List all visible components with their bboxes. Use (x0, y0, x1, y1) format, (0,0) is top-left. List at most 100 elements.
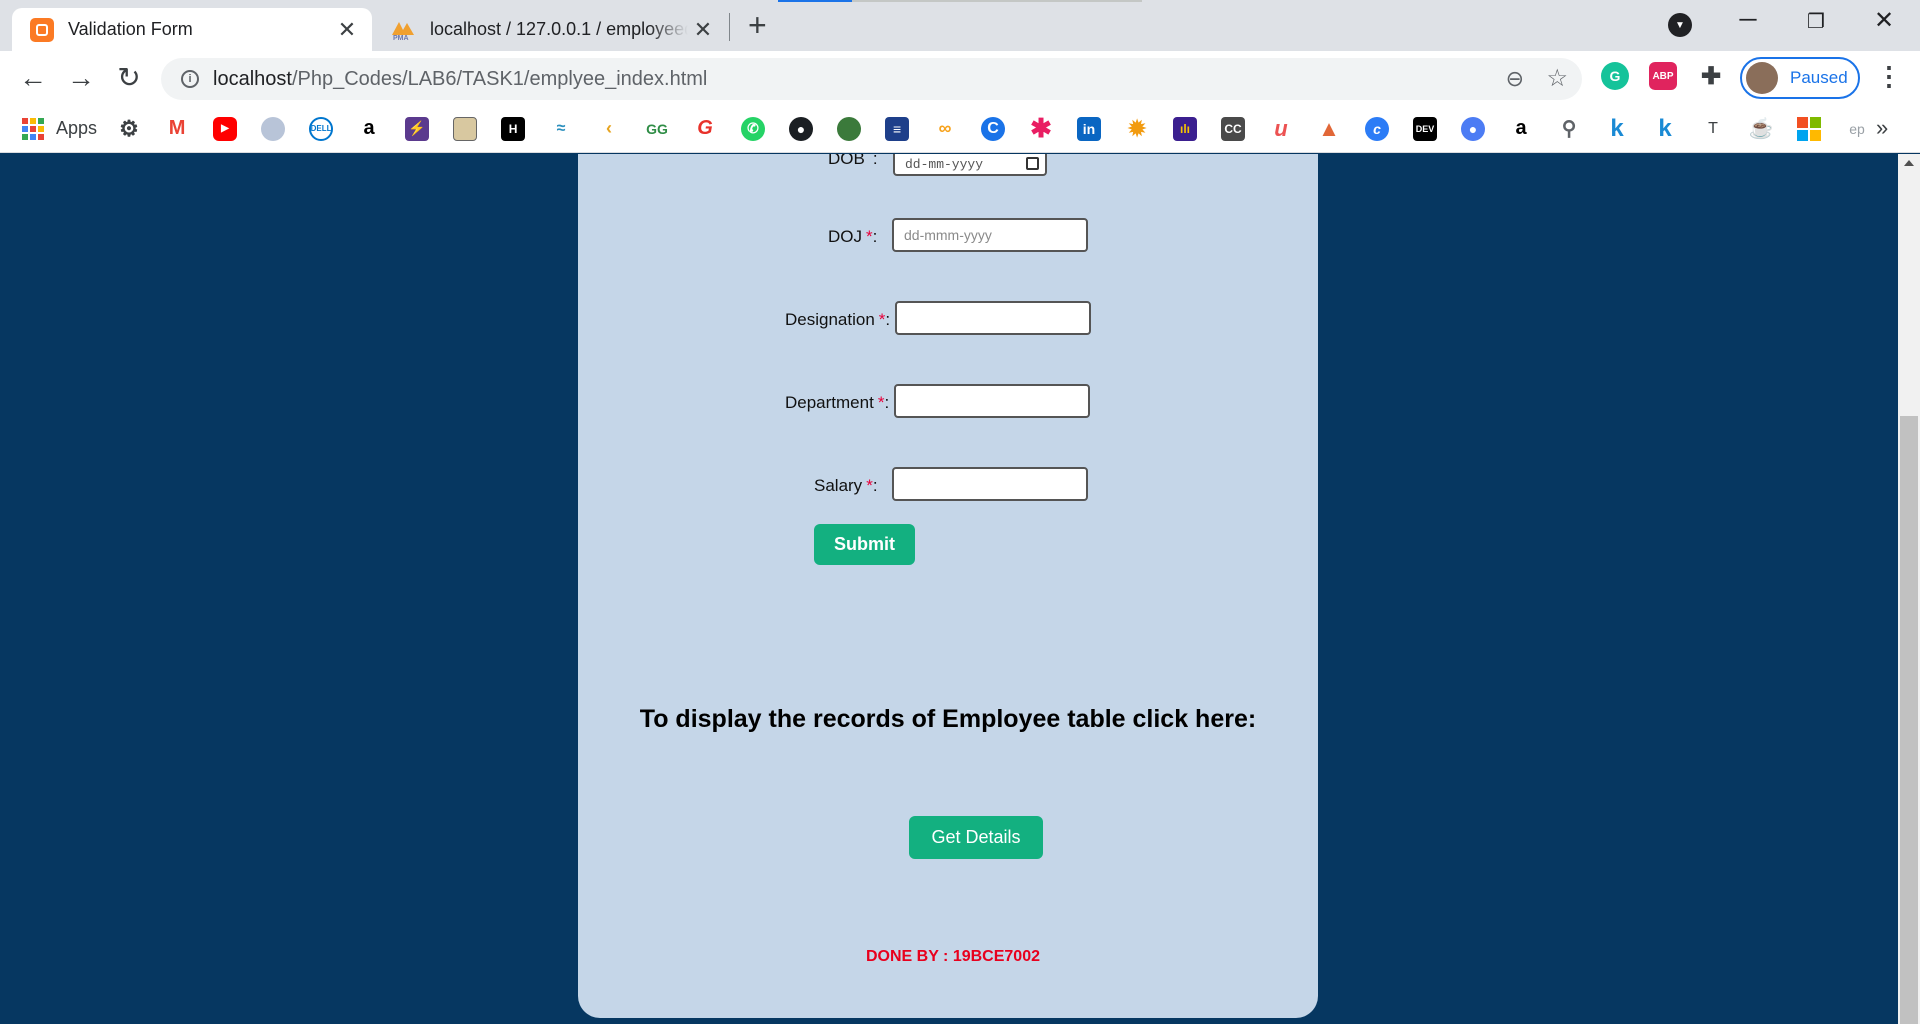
submit-button[interactable]: Submit (814, 524, 915, 565)
scrollbar-thumb[interactable] (1900, 416, 1918, 1024)
window-close-icon[interactable]: ✕ (1864, 6, 1904, 35)
new-tab-icon[interactable]: + (748, 9, 767, 41)
ep-icon[interactable]: ep (1845, 117, 1869, 141)
salary-label: Salary (814, 476, 863, 495)
sun-icon[interactable]: ✹ (1125, 117, 1149, 141)
c-icon[interactable]: C (981, 116, 1006, 141)
whatsapp-icon[interactable]: ✆ (741, 116, 766, 141)
adblock-icon[interactable]: ABP (1649, 62, 1677, 90)
dob-label-colon: : (872, 154, 878, 168)
designation-field[interactable] (895, 301, 1091, 335)
tab-phpmyadmin[interactable]: PMA localhost / 127.0.0.1 / employeedb ✕ (376, 8, 728, 51)
green-circle-icon[interactable] (837, 116, 862, 141)
designation-row: Designation *: (785, 310, 890, 330)
bookmark-star-icon[interactable]: ☆ (1546, 64, 1568, 93)
settings-icon[interactable]: ⚙ (117, 117, 141, 141)
dob-placeholder: dd-mm-yyyy (905, 156, 984, 172)
grammarly-icon[interactable]: G (1601, 62, 1629, 90)
address-bar[interactable]: i localhost/Php_Codes/LAB6/TASK1/emplyee… (161, 58, 1582, 100)
site-icon[interactable] (261, 116, 286, 141)
dob-field[interactable]: dd-mm-yyyy (893, 154, 1047, 176)
k-icon[interactable]: k (1605, 117, 1629, 141)
gmail-icon[interactable]: M (165, 116, 190, 141)
close-icon[interactable]: ✕ (688, 17, 718, 43)
department-field[interactable] (894, 384, 1090, 418)
chrome-ext-icon[interactable]: ● (1461, 116, 1486, 141)
udemy-icon[interactable]: u (1269, 117, 1293, 141)
leetcode-icon[interactable]: ‹ (597, 117, 621, 141)
required-mark: * (866, 227, 873, 246)
profile-status: Paused (1790, 68, 1848, 87)
apps-shortcut[interactable]: Apps (22, 117, 97, 140)
amazon-icon-2[interactable]: a (1509, 117, 1533, 141)
grammarly-g-icon[interactable]: G (693, 117, 717, 141)
page-scrollbar[interactable] (1898, 154, 1920, 1024)
microsoft-icon[interactable] (1797, 116, 1822, 141)
scroll-up-arrow-icon[interactable] (1904, 160, 1914, 166)
designation-label: Designation (785, 310, 875, 329)
tab-separator (729, 13, 730, 41)
purple-icon[interactable]: ılı (1173, 116, 1198, 141)
tab-validation-form[interactable]: Validation Form ✕ (12, 8, 372, 51)
wave-icon[interactable]: ≈ (549, 117, 573, 141)
youtube-icon[interactable]: ▶ (213, 116, 238, 141)
reload-icon[interactable]: ↻ (112, 61, 146, 95)
linkedin-icon[interactable]: in (1077, 116, 1102, 141)
restore-icon[interactable]: ❐ (1796, 9, 1836, 34)
stack-icon[interactable]: ≡ (885, 116, 910, 141)
bolt-icon[interactable]: ⚡ (405, 116, 430, 141)
loading-bar-track (852, 0, 1142, 2)
calendar-icon[interactable] (1026, 157, 1039, 170)
required-mark: * (878, 310, 886, 329)
done-by-text: DONE BY : 19BCE7002 (866, 948, 1040, 965)
label-colon: : (885, 310, 891, 329)
cc-icon[interactable]: CC (1221, 116, 1246, 141)
coursera-icon[interactable]: ∞ (933, 117, 957, 141)
dev-icon[interactable]: DEV (1413, 116, 1438, 141)
tab-title: Validation Form (68, 19, 193, 39)
matlab-icon[interactable]: ▲ (1317, 117, 1341, 141)
tab-title: localhost / 127.0.0.1 / employeedb (430, 19, 688, 39)
extensions-icon[interactable]: ✚ (1697, 62, 1725, 90)
image-icon[interactable] (453, 116, 478, 141)
close-icon[interactable]: ✕ (332, 17, 362, 43)
menu-icon[interactable]: ⋮ (1876, 61, 1902, 92)
avatar (1746, 62, 1778, 94)
doj-field[interactable]: dd-mmm-yyyy (892, 218, 1088, 252)
tab-search-icon[interactable]: ▼ (1668, 13, 1692, 37)
search-bm-icon[interactable]: ⚲ (1557, 117, 1581, 141)
back-icon[interactable]: ← (16, 61, 50, 95)
info-icon[interactable]: i (181, 70, 199, 88)
tab-strip: Validation Form ✕ PMA localhost / 127.0.… (0, 0, 1920, 51)
loading-bar (778, 0, 852, 2)
teacup-icon[interactable]: ☕ (1749, 117, 1773, 141)
label-colon: : (872, 227, 878, 246)
label-colon: : (872, 476, 878, 495)
get-details-button[interactable]: Get Details (909, 816, 1043, 859)
hackerearth-icon[interactable]: H (501, 116, 526, 141)
phpmyadmin-icon: PMA (390, 19, 416, 42)
page-viewport: DOB : dd-mm-yyyy DOJ *: dd-mmm-yyyy Desi… (0, 154, 1898, 1024)
department-row: Department *: (785, 393, 889, 413)
geeksforgeeks-icon[interactable]: GG (645, 117, 669, 141)
more-bookmarks-icon[interactable]: » (1876, 115, 1888, 141)
doj-placeholder: dd-mmm-yyyy (904, 227, 992, 243)
zoom-icon[interactable]: ⊖ (1506, 66, 1524, 92)
c-circle-icon[interactable]: c (1365, 116, 1390, 141)
salary-field[interactable] (892, 467, 1088, 501)
required-mark: * (877, 393, 885, 412)
forward-icon[interactable]: → (64, 61, 98, 95)
form-card: DOB : dd-mm-yyyy DOJ *: dd-mmm-yyyy Desi… (578, 154, 1318, 1018)
label-colon: : (884, 393, 890, 412)
github-icon[interactable]: ● (789, 116, 814, 141)
doj-label: DOJ (828, 227, 862, 246)
amazon-icon[interactable]: a (357, 117, 381, 141)
profile-button[interactable]: Paused (1740, 57, 1860, 99)
k-icon-2[interactable]: k (1653, 117, 1677, 141)
asterisk-icon[interactable]: ✱ (1029, 117, 1053, 141)
url-text[interactable]: localhost/Php_Codes/LAB6/TASK1/emplyee_i… (213, 68, 707, 91)
svg-text:PMA: PMA (393, 35, 409, 41)
minimize-icon[interactable]: ─ (1728, 6, 1768, 34)
t-icon[interactable]: T (1701, 117, 1725, 141)
dell-icon[interactable]: DELL (309, 116, 334, 141)
